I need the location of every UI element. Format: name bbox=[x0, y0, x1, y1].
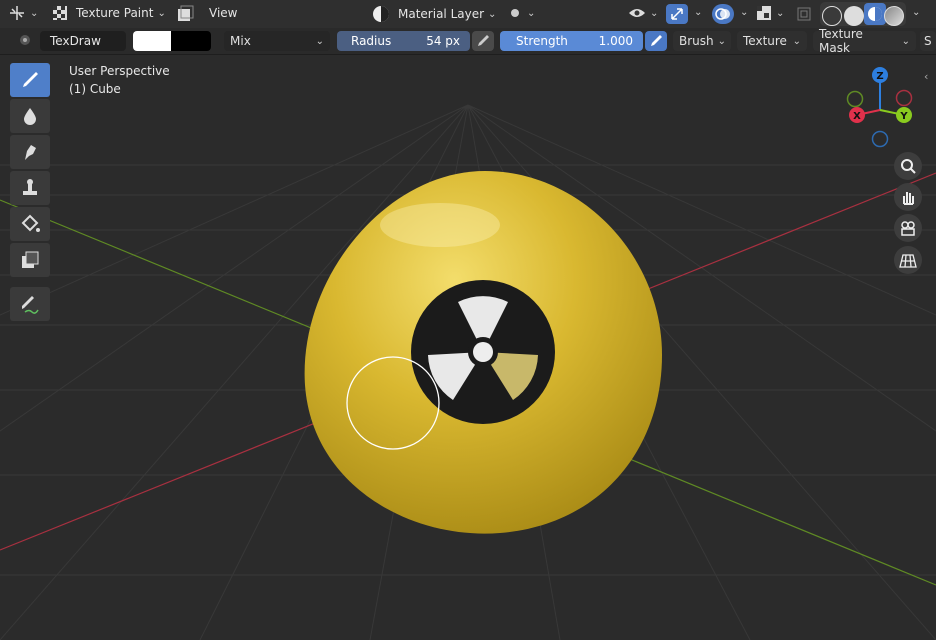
radius-value: 54 px bbox=[426, 34, 460, 48]
viewport-header: ⌄ Texture Paint ⌄ View Material Layer ⌄ … bbox=[0, 0, 936, 28]
ortho-toggle-button[interactable] bbox=[894, 246, 922, 274]
material-preview-icon bbox=[868, 7, 882, 21]
scene-canvas[interactable] bbox=[0, 55, 936, 640]
overlay-dropdown-chevron[interactable]: ⌄ bbox=[740, 7, 748, 18]
transform-editor-icon bbox=[10, 6, 24, 20]
annotate-icon bbox=[22, 296, 39, 314]
3d-viewport[interactable] bbox=[0, 55, 936, 640]
editor-type-button[interactable]: ⌄ bbox=[8, 5, 38, 21]
smear-tool[interactable] bbox=[10, 135, 50, 169]
fill-tool[interactable] bbox=[10, 207, 50, 241]
stroke-menu-label: S bbox=[924, 34, 932, 48]
radius-slider[interactable]: Radius 54 px bbox=[337, 31, 470, 51]
xray-icon bbox=[757, 6, 771, 20]
material-layer-dropdown[interactable]: Material Layer ⌄ bbox=[372, 5, 496, 23]
camera-icon bbox=[901, 221, 915, 236]
navigation-gizmo[interactable]: Z X Y bbox=[838, 60, 928, 152]
xray-box-icon bbox=[797, 7, 811, 21]
view-menu[interactable]: View bbox=[209, 6, 237, 20]
overlay-icon bbox=[715, 8, 730, 20]
stroke-menu-truncated[interactable]: S bbox=[920, 31, 936, 51]
neg-z-axis-dot bbox=[871, 130, 889, 148]
pan-button[interactable] bbox=[894, 183, 922, 211]
solid-shading-icon[interactable] bbox=[844, 6, 864, 26]
wireframe-shading-icon[interactable] bbox=[822, 6, 842, 26]
xray-toggle[interactable] bbox=[796, 6, 812, 22]
strength-slider[interactable]: Strength 1.000 bbox=[500, 31, 643, 51]
annotate-tool[interactable] bbox=[10, 287, 50, 321]
radiation-symbol-icon bbox=[411, 280, 555, 424]
blend-mode-dropdown[interactable]: Mix ⌄ bbox=[224, 31, 330, 51]
zoom-button[interactable] bbox=[894, 152, 922, 180]
smear-icon bbox=[25, 145, 36, 160]
mask-icon bbox=[22, 251, 39, 268]
mask-tool[interactable] bbox=[10, 243, 50, 277]
gizmo-toggle[interactable] bbox=[666, 4, 688, 24]
material-layer-label: Material Layer bbox=[398, 7, 485, 21]
draw-tool[interactable] bbox=[10, 63, 50, 97]
eye-icon bbox=[629, 9, 645, 17]
rendered-shading-icon[interactable] bbox=[884, 6, 904, 26]
paint-mode-icon bbox=[178, 5, 194, 21]
texture-mask-menu[interactable]: Texture Mask ⌄ bbox=[813, 27, 916, 55]
falloff-dropdown[interactable]: ⌄ bbox=[507, 5, 535, 21]
zoom-icon bbox=[901, 159, 916, 174]
strength-pressure-button[interactable] bbox=[645, 31, 667, 51]
soften-icon bbox=[24, 108, 36, 125]
material-preview-button[interactable] bbox=[864, 3, 886, 25]
dot-icon bbox=[511, 9, 519, 17]
camera-view-button[interactable] bbox=[894, 214, 922, 242]
grid-ortho-icon bbox=[899, 254, 917, 268]
clone-tool[interactable] bbox=[10, 171, 50, 205]
z-axis-label: Z bbox=[876, 71, 883, 82]
neg-y-axis-dot bbox=[846, 90, 864, 108]
x-axis-label: X bbox=[853, 111, 861, 122]
brush-preview[interactable] bbox=[18, 33, 32, 47]
texture-mask-menu-label: Texture Mask bbox=[819, 27, 863, 55]
gizmo-dropdown-chevron[interactable]: ⌄ bbox=[694, 7, 702, 18]
blend-mode-value: Mix bbox=[230, 34, 251, 48]
strength-label: Strength bbox=[516, 34, 568, 48]
clone-icon bbox=[23, 179, 37, 195]
radius-pressure-button[interactable] bbox=[472, 31, 494, 51]
texture-menu[interactable]: Texture ⌄ bbox=[737, 31, 807, 51]
brush-thumbnail-icon bbox=[20, 35, 30, 45]
mode-dropdown[interactable]: Texture Paint ⌄ bbox=[52, 5, 166, 21]
material-layer-icon bbox=[373, 6, 389, 22]
overlay-toggle[interactable] bbox=[712, 4, 734, 24]
object-name-label: (1) Cube bbox=[69, 82, 121, 96]
brush-menu-label: Brush bbox=[679, 34, 714, 48]
neg-x-axis-dot bbox=[895, 89, 913, 107]
sphere-highlight bbox=[380, 203, 500, 247]
shading-dropdown-chevron[interactable]: ⌄ bbox=[912, 7, 920, 18]
pen-pressure-icon bbox=[651, 35, 662, 46]
primary-color-swatch[interactable] bbox=[133, 31, 171, 51]
view-name-label: User Perspective bbox=[69, 64, 170, 78]
tool-settings-bar: TexDraw Mix ⌄ Radius 54 px Strength 1.000… bbox=[0, 27, 936, 55]
fill-icon bbox=[21, 214, 40, 232]
brush-name-field[interactable]: TexDraw bbox=[40, 31, 126, 51]
draw-brush-icon bbox=[23, 72, 38, 87]
hand-pan-icon bbox=[903, 192, 914, 205]
secondary-color-swatch[interactable] bbox=[171, 31, 211, 51]
texture-menu-label: Texture bbox=[743, 34, 787, 48]
xray-dropdown[interactable]: ⌄ bbox=[756, 5, 784, 21]
pen-pressure-icon bbox=[478, 35, 489, 46]
gizmo-icon bbox=[671, 8, 683, 20]
mode-label: Texture Paint bbox=[76, 6, 154, 20]
checkerboard-icon bbox=[53, 6, 67, 20]
brush-menu[interactable]: Brush ⌄ bbox=[673, 31, 731, 51]
strength-value: 1.000 bbox=[598, 34, 633, 48]
tool-shelf bbox=[10, 63, 50, 323]
sidebar-toggle-arrow[interactable]: ‹ bbox=[924, 70, 928, 83]
visibility-dropdown[interactable]: ⌄ bbox=[628, 5, 658, 21]
radius-label: Radius bbox=[351, 34, 392, 48]
paint-mask-toggle[interactable] bbox=[176, 5, 194, 23]
soften-tool[interactable] bbox=[10, 99, 50, 133]
shading-mode-group bbox=[820, 2, 906, 26]
y-axis-label: Y bbox=[899, 111, 908, 122]
